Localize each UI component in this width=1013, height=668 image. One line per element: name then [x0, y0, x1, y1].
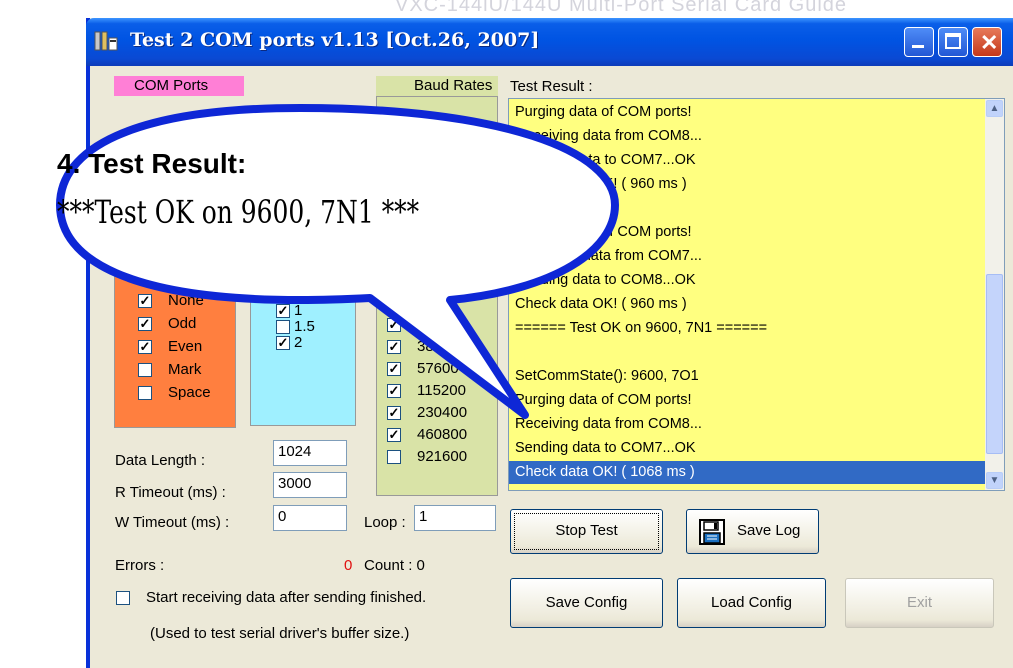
- result-line[interactable]: Receiving data from COM7...: [515, 245, 702, 268]
- baud-rate-label: 57600: [417, 360, 459, 377]
- baud-rate-checkbox[interactable]: ✓: [387, 340, 401, 354]
- test-result-label: Test Result :: [510, 78, 593, 95]
- window-title: Test 2 COM ports v1.13 [Oct.26, 2007]: [130, 29, 540, 51]
- maximize-icon: [945, 33, 961, 49]
- stop-test-button[interactable]: Stop Test: [510, 509, 663, 554]
- result-line[interactable]: Purging data of COM ports!: [515, 101, 692, 124]
- minimize-button[interactable]: [904, 27, 934, 57]
- r-timeout-label: R Timeout (ms) :: [115, 484, 226, 501]
- title-bar[interactable]: Test 2 COM ports v1.13 [Oct.26, 2007] ✕: [86, 18, 1013, 66]
- baud-rate-label: 230400: [417, 404, 468, 421]
- result-line[interactable]: Purging data of COM ports!: [515, 221, 692, 244]
- baud-rate-checkbox[interactable]: ✓: [387, 362, 401, 376]
- parity-checkbox[interactable]: [138, 363, 152, 377]
- exit-button[interactable]: Exit: [845, 578, 994, 628]
- result-line[interactable]: Check data OK! ( 960 ms ): [515, 173, 687, 196]
- r-timeout-input[interactable]: 3000: [273, 472, 347, 498]
- stop-bits-label: 1: [294, 302, 303, 319]
- result-line[interactable]: ====== Test OK on 9600, 7N1 ======: [515, 317, 767, 340]
- result-line[interactable]: Sending data to COM7...OK: [515, 437, 696, 460]
- result-line[interactable]: SetCommState(): 9600, 7O1: [515, 365, 699, 388]
- errors-label: Errors :: [115, 557, 165, 574]
- data-length-label: Data Length :: [115, 452, 206, 469]
- background-watermark-text: VXC-144iU/144U Multi-Port Serial Card Gu…: [395, 0, 848, 16]
- count-label: Count : 0: [364, 557, 425, 574]
- result-line[interactable]: Check data OK! ( 960 ms ): [515, 293, 687, 316]
- stop-bits-label: 1.5: [294, 318, 315, 335]
- w-timeout-label: W Timeout (ms) :: [115, 514, 230, 531]
- baud-rates-label: Baud Rates: [414, 77, 493, 94]
- callout-title: 4. Test Result:: [57, 148, 247, 179]
- baud-rate-label: 460800: [417, 426, 468, 443]
- baud-rate-label: 921600: [417, 448, 468, 465]
- result-scrollbar[interactable]: ▲ ▼: [985, 99, 1004, 490]
- app-icon: [94, 30, 118, 52]
- stop-test-label: Stop Test: [555, 522, 618, 539]
- loop-label: Loop :: [364, 514, 406, 531]
- exit-label: Exit: [906, 594, 932, 611]
- result-line[interactable]: Receiving data from COM8...: [515, 125, 702, 148]
- save-config-button[interactable]: Save Config: [510, 578, 663, 628]
- scroll-down-button[interactable]: ▼: [986, 472, 1003, 489]
- load-config-label: Load Config: [711, 594, 792, 611]
- data-length-input[interactable]: 1024: [273, 440, 347, 466]
- scroll-up-button[interactable]: ▲: [986, 100, 1003, 117]
- result-line[interactable]: Check data OK! ( 1068 ms ): [509, 461, 987, 484]
- test-result-list[interactable]: Purging data of COM ports! Receiving data…: [508, 98, 1005, 491]
- scroll-thumb[interactable]: [986, 274, 1003, 454]
- baud-rate-checkbox[interactable]: ✓: [387, 384, 401, 398]
- baud-rate-checkbox[interactable]: ✓: [387, 406, 401, 420]
- maximize-button[interactable]: [938, 27, 968, 57]
- parity-checkbox[interactable]: ✓: [138, 340, 152, 354]
- com-ports-label: COM Ports: [134, 77, 209, 94]
- result-line[interactable]: Sending data to COM8...OK: [515, 269, 696, 292]
- start-receiving-label: Start receiving data after sending finis…: [146, 589, 427, 606]
- stop-bits-checkbox[interactable]: ✓: [276, 336, 290, 350]
- baud-rate-checkbox[interactable]: [387, 450, 401, 464]
- parity-label: Odd: [168, 315, 197, 332]
- minimize-icon: [912, 45, 924, 48]
- stop-bits-checkbox[interactable]: [276, 320, 290, 334]
- chevron-up-icon: ▲: [989, 103, 1000, 114]
- baud-rate-checkbox[interactable]: ✓: [387, 318, 401, 332]
- parity-label: None: [168, 292, 204, 309]
- parity-label: Even: [168, 338, 203, 355]
- errors-value: 0: [344, 557, 353, 574]
- result-line[interactable]: Receiving data from COM8...: [515, 413, 702, 436]
- parity-checkbox[interactable]: ✓: [138, 294, 152, 308]
- result-line[interactable]: Sending data to COM7...OK: [515, 149, 696, 172]
- parity-checkbox[interactable]: ✓: [138, 317, 152, 331]
- floppy-disk-icon: [699, 519, 725, 549]
- save-log-label: Save Log: [737, 522, 801, 539]
- result-line[interactable]: Purging data of COM ports!: [515, 389, 692, 412]
- save-log-button[interactable]: Save Log: [686, 509, 819, 554]
- parity-checkbox[interactable]: [138, 386, 152, 400]
- stop-bits-checkbox[interactable]: ✓: [276, 304, 290, 318]
- close-button[interactable]: ✕: [972, 27, 1002, 57]
- stop-bits-group: [250, 258, 356, 426]
- baud-rate-label: 115200: [417, 382, 466, 399]
- baud-rate-checkbox[interactable]: ✓: [387, 428, 401, 442]
- loop-input[interactable]: 1: [414, 505, 496, 531]
- parity-label: Space: [168, 384, 211, 401]
- parity-label: Mark: [168, 361, 202, 378]
- save-config-label: Save Config: [545, 594, 628, 611]
- callout-message: ***Test OK on 9600, 7N1 ***: [57, 193, 420, 231]
- buffer-size-note: (Used to test serial driver's buffer siz…: [150, 625, 410, 642]
- w-timeout-input[interactable]: 0: [273, 505, 347, 531]
- baud-rate-label: 38400: [417, 338, 459, 355]
- chevron-down-icon: ▼: [989, 475, 1000, 486]
- close-icon: ✕: [980, 30, 999, 55]
- start-receiving-checkbox[interactable]: [116, 591, 130, 605]
- load-config-button[interactable]: Load Config: [677, 578, 826, 628]
- stop-bits-label: 2: [294, 334, 303, 351]
